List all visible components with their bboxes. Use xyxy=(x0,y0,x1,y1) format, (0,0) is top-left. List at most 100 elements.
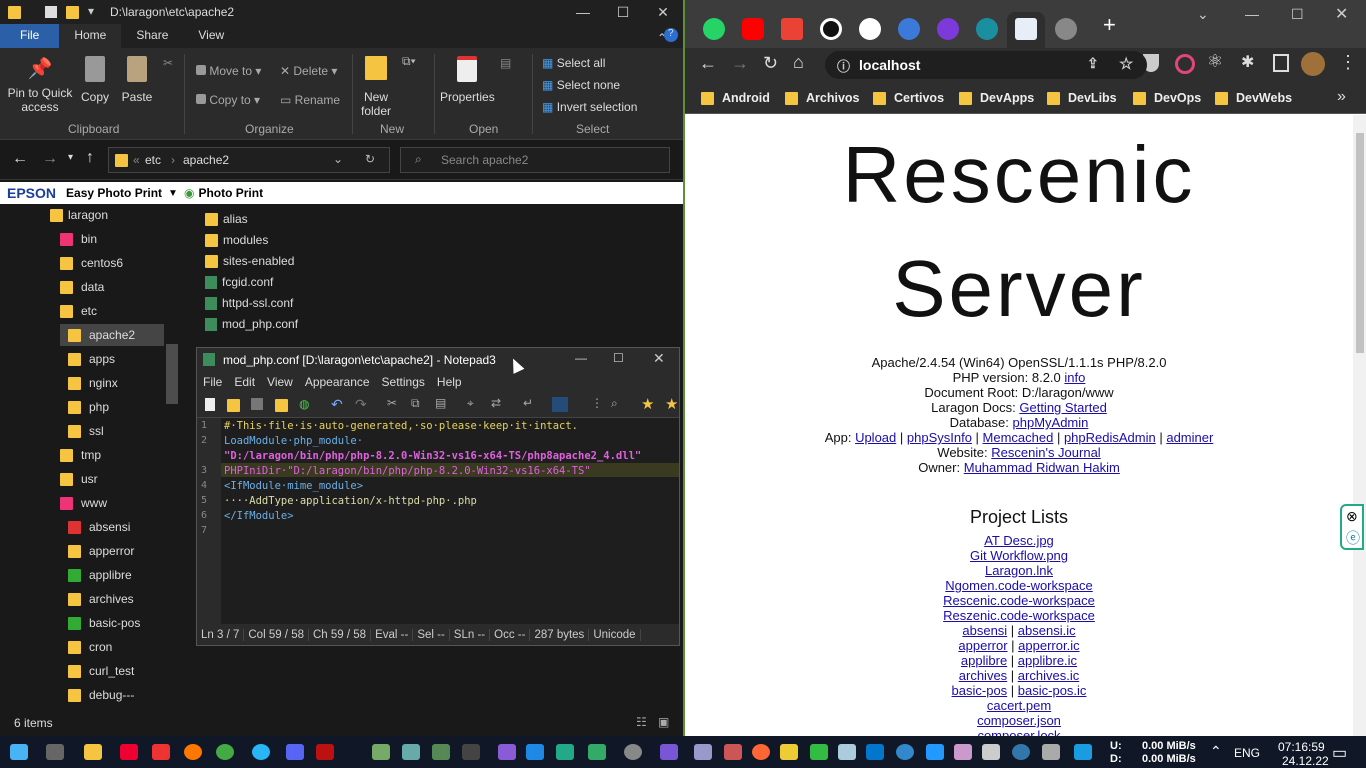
paste-button[interactable]: Paste xyxy=(120,56,154,104)
zoom-out-icon[interactable]: ⋮ xyxy=(591,396,603,410)
pin-to-quick-access-button[interactable]: 📌 Pin to Quick access xyxy=(6,56,74,114)
avatar[interactable] xyxy=(1301,52,1325,76)
maximize-button[interactable]: ☐ xyxy=(613,351,624,365)
word-wrap-icon[interactable]: ↵ xyxy=(523,396,533,410)
status-occurrences[interactable]: Occ -- xyxy=(490,628,531,641)
close-widget-icon[interactable]: ⊗ xyxy=(1346,508,1358,525)
owner-link[interactable]: Muhammad Ridwan Hakim xyxy=(964,460,1120,475)
back-button[interactable]: ← xyxy=(12,150,28,168)
phpmyadmin-link[interactable]: phpMyAdmin xyxy=(1013,415,1089,430)
menu-appearance[interactable]: Appearance xyxy=(299,372,376,392)
getting-started-link[interactable]: Getting Started xyxy=(1019,400,1106,415)
new-item-icon[interactable]: ⧉▾ xyxy=(402,54,416,69)
details-view-icon[interactable]: ☷ xyxy=(636,715,647,729)
maximize-button[interactable]: ☐ xyxy=(603,0,643,24)
proton-tab-icon[interactable] xyxy=(937,18,959,40)
breadcrumb-apache2[interactable]: apache2 xyxy=(183,153,229,167)
tree-item-laragon[interactable]: laragon xyxy=(50,204,214,226)
bookmark-devops[interactable]: DevOps xyxy=(1133,91,1201,105)
app-icon[interactable] xyxy=(432,744,450,760)
bookmark-certivos[interactable]: Certivos xyxy=(873,91,944,105)
app-icon[interactable] xyxy=(1042,744,1060,760)
list-item[interactable]: httpd-ssl.conf xyxy=(205,293,293,313)
search-input[interactable]: ⌕ Search apache2 xyxy=(400,147,670,173)
bookmark-devlibs[interactable]: DevLibs xyxy=(1047,91,1117,105)
vscode-insiders-icon[interactable] xyxy=(556,744,574,760)
find-icon[interactable]: ⌖ xyxy=(467,396,474,411)
reload-button[interactable]: ↻ xyxy=(763,53,778,74)
delete-button[interactable]: ✕ Delete ▾ xyxy=(280,64,337,78)
address-bar[interactable]: ⓘ localhost ⇪ ☆ xyxy=(825,51,1147,79)
list-item[interactable]: mod_php.conf xyxy=(205,314,298,334)
close-button[interactable]: ✕ xyxy=(643,0,683,24)
visual-studio-icon[interactable] xyxy=(498,744,516,760)
phpredisadmin-link[interactable]: phpRedisAdmin xyxy=(1064,430,1156,445)
minimize-button[interactable]: — xyxy=(575,351,587,365)
new-folder-button[interactable]: New folder xyxy=(358,56,394,118)
status-encoding[interactable]: Unicode xyxy=(589,628,641,641)
app-icon[interactable] xyxy=(780,744,798,760)
bookmark-android[interactable]: Android xyxy=(701,91,770,105)
clock-time[interactable]: 07:16:59 xyxy=(1278,740,1325,754)
project-link[interactable]: composer.json xyxy=(977,713,1061,728)
address-bar[interactable]: « etc › apache2 ⌄ ↻ xyxy=(108,147,390,173)
new-tab-button[interactable]: + xyxy=(1103,12,1116,38)
project-link[interactable]: apperror.ic xyxy=(1018,638,1079,653)
status-eval[interactable]: Eval -- xyxy=(371,628,414,641)
properties-button[interactable]: Properties xyxy=(440,56,495,104)
bookmark-devwebs[interactable]: DevWebs xyxy=(1215,91,1292,105)
react-extension-icon[interactable]: ⚛ xyxy=(1207,51,1223,72)
copy-button[interactable]: Copy xyxy=(78,56,112,104)
chevron-up-icon[interactable]: ⌃ xyxy=(1210,743,1222,760)
chevron-down-icon[interactable]: ▼ xyxy=(168,188,178,199)
upload-link[interactable]: Upload xyxy=(855,430,896,445)
menu-settings[interactable]: Settings xyxy=(376,372,431,392)
photo-print-button[interactable]: Photo Print xyxy=(198,186,263,200)
close-button[interactable]: ✕ xyxy=(653,350,665,367)
new-file-icon[interactable] xyxy=(205,398,215,411)
app-icon[interactable] xyxy=(954,744,972,760)
app-icon[interactable] xyxy=(982,744,1000,760)
bookmark-devapps[interactable]: DevApps xyxy=(959,91,1034,105)
app-icon[interactable] xyxy=(838,744,856,760)
github-tab-icon[interactable] xyxy=(859,18,881,40)
tree-item-bin[interactable]: bin xyxy=(60,228,224,250)
project-link[interactable]: archives.ic xyxy=(1018,668,1079,683)
help-icon[interactable]: ? xyxy=(664,28,678,42)
browse-icon[interactable]: ◍ xyxy=(299,397,309,411)
tree-scrollbar[interactable] xyxy=(166,344,178,404)
menu-file[interactable]: File xyxy=(197,372,228,392)
chevron-down-icon[interactable]: ▾ xyxy=(88,4,94,18)
project-link[interactable]: Rescenic.code-workspace xyxy=(943,593,1095,608)
zoom-in-icon[interactable]: ⌕ xyxy=(611,396,618,411)
app-icon[interactable] xyxy=(866,744,884,760)
minimize-button[interactable]: — xyxy=(563,0,603,24)
forward-button[interactable]: → xyxy=(731,53,749,74)
app-icon[interactable] xyxy=(316,744,334,760)
redo-icon[interactable]: ↷ xyxy=(355,396,367,413)
circle-tab-icon[interactable] xyxy=(820,18,842,40)
tab-search-icon[interactable]: ⌄ xyxy=(1197,6,1209,23)
tab-share[interactable]: Share xyxy=(121,24,183,48)
list-item[interactable]: sites-enabled xyxy=(205,251,294,271)
tree-item-data[interactable]: data xyxy=(60,276,224,298)
status-column[interactable]: Col 59 / 58 xyxy=(244,628,309,641)
recent-locations-button[interactable]: ▾ xyxy=(68,152,73,163)
project-link[interactable]: cacert.pem xyxy=(987,698,1051,713)
paste-icon[interactable]: ▤ xyxy=(435,396,446,410)
properties-icon[interactable] xyxy=(45,6,57,18)
app-icon[interactable] xyxy=(752,744,770,760)
menu-icon[interactable]: ⋮ xyxy=(1339,52,1357,73)
project-link[interactable]: basic-pos.ic xyxy=(1018,683,1087,698)
task-view-icon[interactable] xyxy=(46,744,64,760)
tab-home[interactable]: Home xyxy=(59,24,122,48)
project-link[interactable]: Laragon.lnk xyxy=(985,563,1053,578)
globe-tab-icon[interactable] xyxy=(1055,18,1077,40)
replace-icon[interactable]: ⇄ xyxy=(491,396,501,410)
tree-item-apache2[interactable]: apache2 xyxy=(60,324,164,346)
breadcrumb-etc[interactable]: etc xyxy=(145,153,161,167)
cut-icon[interactable]: ✂ xyxy=(387,396,397,410)
favorites-icon[interactable]: ★ xyxy=(641,395,654,413)
extensions-icon[interactable]: ✱ xyxy=(1241,52,1254,72)
discord-icon[interactable] xyxy=(286,744,304,760)
